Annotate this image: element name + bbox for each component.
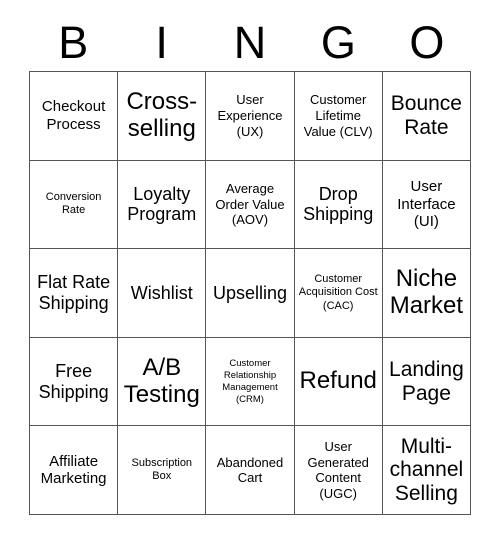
bingo-cell-label: Subscription Box xyxy=(131,456,193,483)
bingo-header-row: B I N G O xyxy=(29,14,471,71)
bingo-header-letter-n: N xyxy=(233,17,267,68)
bingo-cell-label: Loyalty Program xyxy=(127,183,197,225)
bingo-cell-label: Wishlist xyxy=(130,282,193,303)
bingo-cell-label: Landing Page xyxy=(389,357,464,405)
bingo-cell[interactable]: Subscription Box xyxy=(118,426,207,515)
bingo-cell-label: Flat Rate Shipping xyxy=(37,272,111,313)
bingo-cell[interactable]: Cross-selling xyxy=(118,72,207,161)
bingo-cell[interactable]: Multi-channel Selling xyxy=(382,426,471,515)
bingo-cell-label: Upselling xyxy=(212,282,288,303)
bingo-cell[interactable]: User Experience (UX) xyxy=(206,72,295,161)
bingo-cell[interactable]: Free Shipping xyxy=(30,337,119,427)
bingo-cell-label: Customer Acquisition Cost (CAC) xyxy=(298,272,378,312)
bingo-cell[interactable]: Checkout Process xyxy=(30,72,119,161)
bingo-cell-label: User Interface (UI) xyxy=(397,177,456,231)
bingo-cell-label: Affiliate Marketing xyxy=(40,452,107,488)
bingo-cell[interactable]: Landing Page xyxy=(382,337,471,427)
bingo-header-letter-b: B xyxy=(58,17,89,68)
bingo-cell-label: Average Order Value (AOV) xyxy=(215,181,285,228)
bingo-cell[interactable]: Niche Market xyxy=(382,249,471,338)
bingo-cell-label: Conversion Rate xyxy=(45,190,102,217)
bingo-cell[interactable]: A/B Testing xyxy=(118,337,207,427)
bingo-cell-label: Customer Lifetime Value (CLV) xyxy=(303,92,373,139)
bingo-cell-label: Customer Relationship Management (CRM) xyxy=(222,357,278,405)
bingo-cell[interactable]: Customer Lifetime Value (CLV) xyxy=(294,72,383,161)
bingo-cell-label: Abandoned Cart xyxy=(216,454,284,486)
bingo-grid: Checkout Process Cross-selling User Expe… xyxy=(29,71,471,515)
bingo-card: B I N G O Checkout Process Cross-selling… xyxy=(0,0,500,544)
bingo-cell-label: Drop Shipping xyxy=(303,183,374,225)
bingo-cell[interactable]: User Generated Content (UGC) xyxy=(294,426,383,515)
bingo-cell[interactable]: Abandoned Cart xyxy=(206,426,295,515)
bingo-cell[interactable]: Flat Rate Shipping xyxy=(30,249,119,338)
bingo-cell[interactable]: Conversion Rate xyxy=(30,160,119,250)
bingo-cell[interactable]: Wishlist xyxy=(118,249,207,338)
bingo-cell[interactable]: Bounce Rate xyxy=(382,72,471,161)
bingo-cell-label: Bounce Rate xyxy=(390,92,462,139)
bingo-cell-label: User Experience (UX) xyxy=(217,92,283,139)
bingo-cell[interactable]: Customer Relationship Management (CRM) xyxy=(206,337,295,427)
bingo-cell-label: Niche Market xyxy=(389,265,464,319)
bingo-cell[interactable]: Loyalty Program xyxy=(118,160,207,250)
bingo-cell[interactable]: Refund xyxy=(294,337,383,427)
bingo-cell-label: A/B Testing xyxy=(123,353,200,408)
bingo-cell[interactable]: Customer Acquisition Cost (CAC) xyxy=(294,249,383,338)
bingo-cell-label: Refund xyxy=(299,367,377,395)
bingo-cell-label: Checkout Process xyxy=(41,98,106,133)
bingo-header-letter-i: I xyxy=(155,17,168,68)
bingo-cell-label: Free Shipping xyxy=(38,360,109,402)
bingo-cell[interactable]: User Interface (UI) xyxy=(382,160,471,250)
bingo-cell-label: Multi-channel Selling xyxy=(389,434,464,506)
bingo-cell-label: User Generated Content (UGC) xyxy=(307,439,369,501)
bingo-header-letter-g: G xyxy=(320,17,356,68)
bingo-cell[interactable]: Upselling xyxy=(206,249,295,338)
bingo-cell[interactable]: Drop Shipping xyxy=(294,160,383,250)
bingo-cell[interactable]: Affiliate Marketing xyxy=(30,426,119,515)
bingo-header-letter-o: O xyxy=(409,17,445,68)
bingo-cell-label: Cross-selling xyxy=(126,87,198,142)
bingo-cell[interactable]: Average Order Value (AOV) xyxy=(206,160,295,250)
